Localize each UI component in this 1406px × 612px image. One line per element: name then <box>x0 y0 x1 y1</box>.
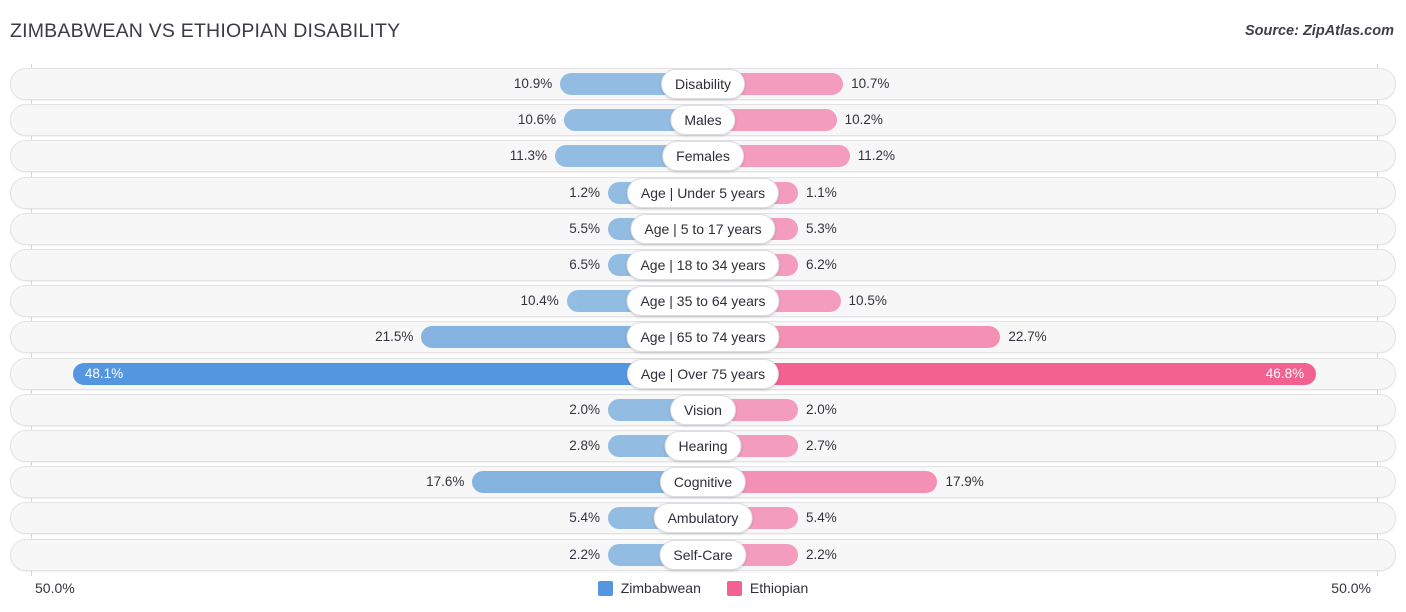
row-label-pill: Age | Under 5 years <box>627 178 779 208</box>
value-label-left: 10.9% <box>432 68 552 100</box>
bar-row: 10.6% 10.2% Males <box>10 104 1396 136</box>
legend-swatch-icon <box>727 581 742 596</box>
value-label-right: 46.8% <box>1184 358 1304 390</box>
value-label-left: 48.1% <box>85 358 205 390</box>
row-label-pill: Age | 18 to 34 years <box>626 250 779 280</box>
bar-row: 2.8% 2.7% Hearing <box>10 430 1396 462</box>
row-label-pill: Self-Care <box>659 540 746 570</box>
chart-legend: Zimbabwean Ethiopian <box>0 580 1406 596</box>
bar-row: 21.5% 22.7% Age | 65 to 74 years <box>10 321 1396 353</box>
value-label-right: 11.2% <box>858 140 978 172</box>
chart-header: ZIMBABWEAN VS ETHIOPIAN DISABILITY Sourc… <box>0 0 1406 62</box>
value-label-right: 2.2% <box>806 539 926 571</box>
value-label-right: 2.7% <box>806 430 926 462</box>
chart-page: ZIMBABWEAN VS ETHIOPIAN DISABILITY Sourc… <box>0 0 1406 612</box>
row-label-pill: Age | Over 75 years <box>627 359 779 389</box>
legend-item[interactable]: Zimbabwean <box>598 580 701 596</box>
value-label-right: 2.0% <box>806 394 926 426</box>
row-label-pill: Females <box>662 141 744 171</box>
value-label-left: 2.0% <box>480 394 600 426</box>
value-label-right: 17.9% <box>945 466 1065 498</box>
row-label-pill: Age | 5 to 17 years <box>630 214 775 244</box>
value-label-left: 2.8% <box>480 430 600 462</box>
bar-row: 6.5% 6.2% Age | 18 to 34 years <box>10 249 1396 281</box>
chart-footer: 50.0% 50.0% ZimbabweanEthiopian <box>0 576 1406 612</box>
bar-row: 17.6% 17.9% Cognitive <box>10 466 1396 498</box>
value-label-right: 1.1% <box>806 177 926 209</box>
source-attribution: Source: ZipAtlas.com <box>1245 23 1394 39</box>
row-label-pill: Hearing <box>664 431 741 461</box>
row-label-pill: Age | 35 to 64 years <box>626 286 779 316</box>
value-label-left: 5.5% <box>480 213 600 245</box>
legend-item[interactable]: Ethiopian <box>727 580 808 596</box>
legend-swatch-icon <box>598 581 613 596</box>
row-label-pill: Vision <box>670 395 736 425</box>
value-label-right: 10.2% <box>845 104 965 136</box>
bar-row: 48.1% 46.8% Age | Over 75 years <box>10 358 1396 390</box>
value-label-left: 5.4% <box>480 502 600 534</box>
row-label-pill: Males <box>670 105 735 135</box>
value-label-right: 6.2% <box>806 249 926 281</box>
bar-row: 2.2% 2.2% Self-Care <box>10 539 1396 571</box>
page-title: ZIMBABWEAN VS ETHIOPIAN DISABILITY <box>10 20 400 43</box>
chart-plot-area: 10.9% 10.7% Disability 10.6% 10.2% Males 11.3%… <box>10 64 1396 576</box>
value-label-right: 5.4% <box>806 502 926 534</box>
row-label-pill: Ambulatory <box>654 503 753 533</box>
bar-row: 5.4% 5.4% Ambulatory <box>10 502 1396 534</box>
value-label-left: 2.2% <box>480 539 600 571</box>
value-label-left: 11.3% <box>427 140 547 172</box>
bar-row: 2.0% 2.0% Vision <box>10 394 1396 426</box>
value-label-left: 21.5% <box>293 321 413 353</box>
bar-row: 5.5% 5.3% Age | 5 to 17 years <box>10 213 1396 245</box>
value-label-left: 10.4% <box>439 285 559 317</box>
value-label-left: 6.5% <box>480 249 600 281</box>
bar-row: 10.9% 10.7% Disability <box>10 68 1396 100</box>
bar-row: 1.2% 1.1% Age | Under 5 years <box>10 177 1396 209</box>
value-label-right: 10.7% <box>851 68 971 100</box>
value-label-left: 10.6% <box>436 104 556 136</box>
bar-row: 11.3% 11.2% Females <box>10 140 1396 172</box>
value-label-right: 5.3% <box>806 213 926 245</box>
bar-row: 10.4% 10.5% Age | 35 to 64 years <box>10 285 1396 317</box>
row-label-pill: Cognitive <box>660 467 746 497</box>
row-label-pill: Age | 65 to 74 years <box>626 322 779 352</box>
legend-label: Ethiopian <box>750 580 808 596</box>
value-label-right: 10.5% <box>849 285 969 317</box>
row-label-pill: Disability <box>661 69 745 99</box>
value-label-left: 17.6% <box>344 466 464 498</box>
legend-label: Zimbabwean <box>621 580 701 596</box>
value-label-left: 1.2% <box>480 177 600 209</box>
value-label-right: 22.7% <box>1008 321 1128 353</box>
